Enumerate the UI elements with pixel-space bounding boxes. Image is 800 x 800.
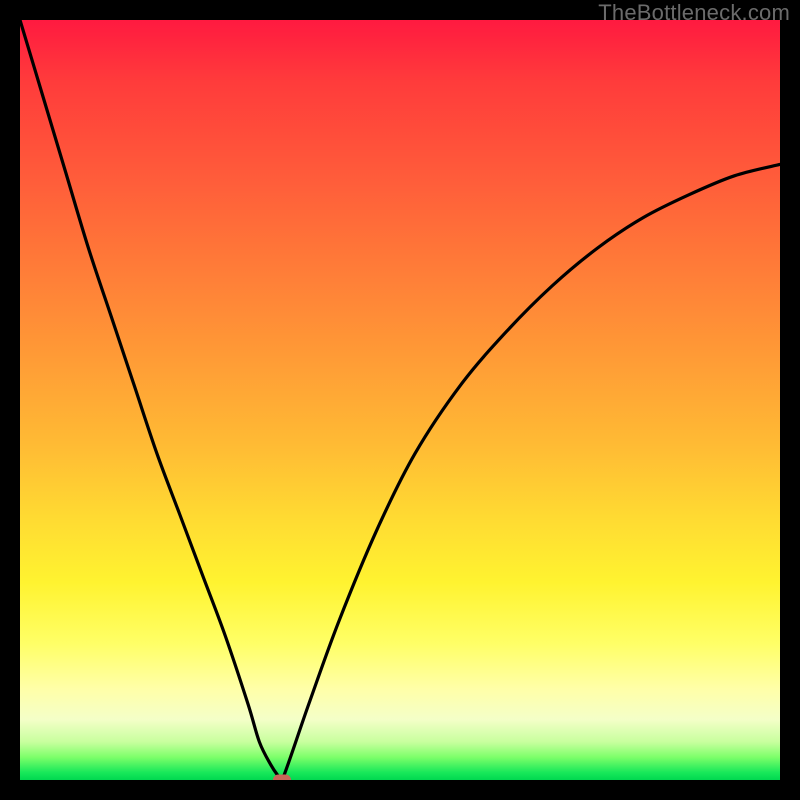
minimum-marker — [273, 775, 291, 781]
chart-frame: TheBottleneck.com — [0, 0, 800, 800]
plot-area — [20, 20, 780, 780]
bottleneck-curve — [20, 20, 780, 780]
